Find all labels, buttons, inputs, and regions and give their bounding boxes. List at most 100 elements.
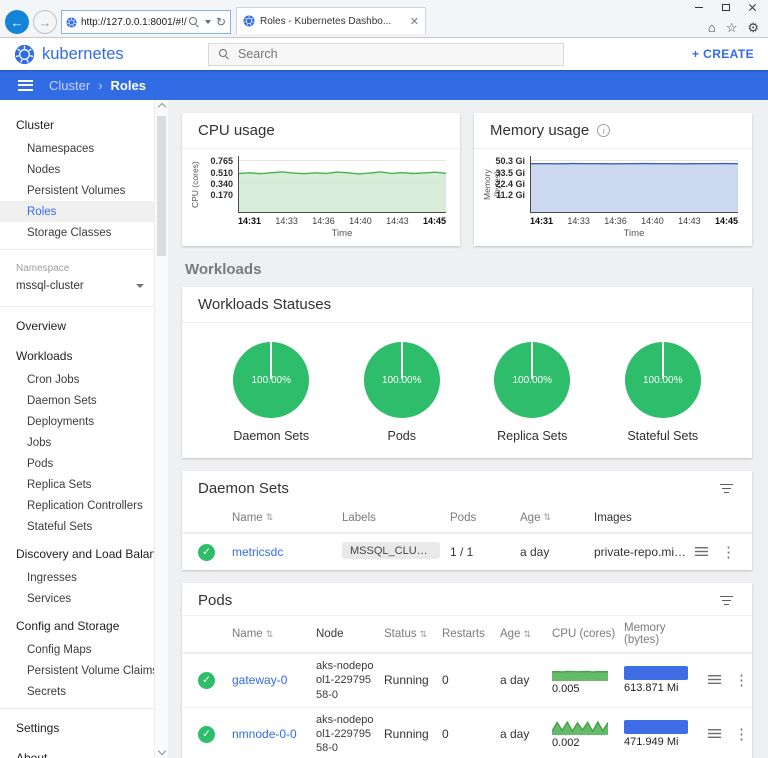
table-row: ✓ gateway-0 aks-nodepool1-22979558-0 Run… [182, 653, 752, 707]
sidebar-item-about[interactable]: About [0, 745, 154, 758]
sidebar-item-replication-controllers[interactable]: Replication Controllers [0, 495, 154, 516]
site-favicon-icon [66, 16, 77, 28]
x-tick: 14:40 [641, 216, 664, 226]
logs-icon[interactable] [695, 546, 708, 558]
favorites-star-icon[interactable]: ☆ [726, 21, 738, 34]
sidebar-item-persistent-volumes[interactable]: Persistent Volumes [0, 180, 154, 201]
window-maximize-button[interactable] [712, 0, 739, 15]
filter-icon[interactable] [717, 481, 736, 497]
daemonset-name-link[interactable]: metricsdc [232, 545, 342, 559]
cpu-value: 0.002 [552, 736, 580, 749]
x-tick: 14:36 [604, 216, 627, 226]
column-header-status[interactable]: Status ⇅ [384, 628, 442, 640]
sidebar-item-namespaces[interactable]: Namespaces [0, 138, 154, 159]
browser-back-button[interactable]: ← [5, 10, 29, 34]
browser-forward-button[interactable]: → [33, 10, 57, 34]
gear-icon[interactable]: ⚙ [747, 21, 759, 34]
window-close-button[interactable] [739, 0, 766, 15]
column-header-name[interactable]: Name ⇅ [232, 628, 316, 640]
sort-icon[interactable]: ⇅ [266, 629, 274, 640]
age-value: a day [520, 545, 550, 559]
sidebar-item-pods[interactable]: Pods [0, 453, 154, 474]
logs-icon[interactable] [708, 728, 721, 740]
sidebar-item-deployments[interactable]: Deployments [0, 411, 154, 432]
column-header-age[interactable]: Age ⇅ [520, 512, 594, 524]
browser-tab[interactable]: Roles - Kubernetes Dashbo... ✕ [236, 7, 426, 34]
logs-icon[interactable] [708, 674, 721, 686]
address-dropdown-icon[interactable] [204, 20, 211, 24]
info-icon[interactable] [597, 124, 611, 137]
memory-usage-title: Memory usage [490, 122, 590, 139]
sidebar-scrollbar[interactable] [154, 100, 168, 758]
age-value: a day [500, 673, 530, 688]
pods-count: 1 / 1 [450, 545, 474, 559]
donut-label: Stateful Sets [627, 429, 699, 443]
sidebar-item-secrets[interactable]: Secrets [0, 681, 154, 702]
daemon-sets-title: Daemon Sets [198, 480, 289, 497]
tab-close-icon[interactable]: ✕ [410, 15, 419, 28]
sidebar-item-settings[interactable]: Settings [0, 715, 154, 741]
donut-chart: 100.00% [494, 342, 571, 418]
sort-icon[interactable]: ⇅ [543, 512, 551, 523]
sidebar-header-discovery[interactable]: Discovery and Load Balancing [0, 541, 168, 567]
sidebar-item-daemon-sets[interactable]: Daemon Sets [0, 390, 154, 411]
kebab-menu-icon[interactable]: ⋮ [721, 545, 736, 560]
sidebar-item-nodes[interactable]: Nodes [0, 159, 154, 180]
sidebar-item-cron-jobs[interactable]: Cron Jobs [0, 369, 154, 390]
address-search-icon[interactable] [188, 16, 200, 28]
sidebar-item-ingresses[interactable]: Ingresses [0, 567, 154, 588]
column-header-age[interactable]: Age ⇅ [500, 628, 552, 640]
donut-chart: 100.00% [363, 342, 440, 418]
sidebar-item-stateful-sets[interactable]: Stateful Sets [0, 516, 154, 537]
cpu-usage-title: CPU usage [198, 122, 275, 139]
sidebar-header-config-storage[interactable]: Config and Storage [0, 613, 154, 639]
sidebar-item-storage-classes[interactable]: Storage Classes [0, 222, 154, 243]
sidebar-item-services[interactable]: Services [0, 588, 154, 609]
kebab-menu-icon[interactable]: ⋮ [734, 673, 749, 688]
sidebar-item-replica-sets[interactable]: Replica Sets [0, 474, 154, 495]
node-value: aks-nodepool1-22979558-0 [316, 660, 374, 701]
kebab-menu-icon[interactable]: ⋮ [734, 727, 749, 742]
menu-button[interactable] [18, 79, 33, 91]
sidebar-item-config-maps[interactable]: Config Maps [0, 639, 154, 660]
breadcrumb: Cluster › Roles [49, 78, 146, 93]
namespace-select[interactable]: mssql-cluster [0, 276, 154, 300]
address-bar[interactable]: http://127.0.0.1:8001/#!/overview?namesp… [61, 10, 231, 34]
sidebar-item-overview[interactable]: Overview [0, 313, 154, 339]
sidebar-header-cluster[interactable]: Cluster [0, 112, 154, 138]
minimize-icon [694, 7, 703, 8]
create-button[interactable]: + CREATE [692, 47, 754, 61]
sidebar-item-jobs[interactable]: Jobs [0, 432, 154, 453]
memory-y-axis-label: Memory (bytes) [482, 169, 502, 200]
kubernetes-logo[interactable]: kubernetes [14, 44, 172, 65]
sort-icon[interactable]: ⇅ [523, 629, 531, 640]
pod-name-link[interactable]: gateway-0 [232, 673, 316, 687]
y-tick: 0.170 [210, 189, 233, 200]
cpu-area-chart [239, 171, 446, 212]
sidebar-scrollbar-thumb[interactable] [157, 116, 166, 256]
x-tick: 14:36 [312, 216, 335, 226]
sort-icon[interactable]: ⇅ [266, 512, 274, 523]
y-tick: 22.4 Gi [495, 178, 525, 189]
sidebar-item-roles[interactable]: Roles [0, 201, 154, 222]
filter-icon[interactable] [717, 593, 736, 609]
x-tick: 14:43 [386, 216, 409, 226]
search-input[interactable] [238, 47, 555, 61]
sidebar-item-persistent-volume-claims[interactable]: Persistent Volume Claims [0, 660, 158, 681]
breadcrumb-bar: Cluster › Roles [0, 70, 768, 100]
pod-name-link[interactable]: nmnode-0-0 [232, 727, 316, 741]
scroll-down-icon[interactable] [157, 746, 166, 756]
home-icon[interactable]: ⌂ [708, 21, 716, 34]
memory-y-ticks: 50.3 Gi 33.5 Gi 22.4 Gi 11.2 Gi [494, 156, 530, 213]
table-row: ✓ metricsdc MSSQL_CLUSTER: m... 1 / 1 a … [182, 533, 752, 570]
sort-icon[interactable]: ⇅ [420, 629, 428, 640]
scroll-up-icon[interactable] [157, 102, 166, 112]
memory-bar [624, 666, 688, 681]
window-minimize-button[interactable] [685, 0, 712, 15]
workloads-statuses-title: Workloads Statuses [198, 296, 332, 313]
refresh-icon[interactable]: ↻ [216, 16, 226, 28]
status-ok-icon: ✓ [198, 543, 215, 561]
breadcrumb-cluster-link[interactable]: Cluster [49, 78, 90, 93]
column-header-name[interactable]: Name ⇅ [232, 512, 342, 524]
sidebar-header-workloads[interactable]: Workloads [0, 343, 154, 369]
